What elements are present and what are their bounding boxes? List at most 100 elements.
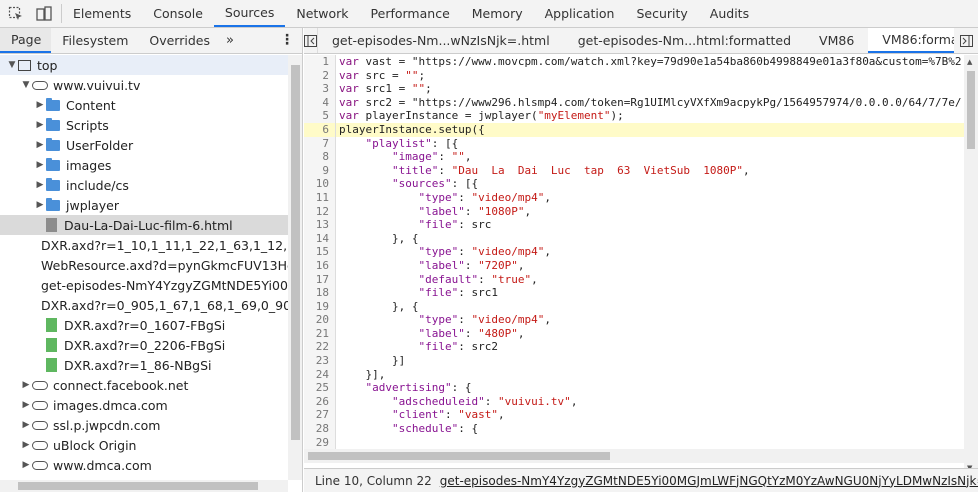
line-number[interactable]: 8 [304,150,336,164]
line-number[interactable]: 6 [304,122,336,137]
code-line: 1 var vast = "https://www.movcpm.com/watc… [304,55,964,69]
tab-page[interactable]: Page [0,28,52,53]
line-number[interactable]: 12 [304,204,336,219]
tree-item[interactable]: ▼ top [0,55,288,75]
scrollbar-thumb[interactable] [18,482,258,490]
tree-item[interactable]: ▶ Content [0,95,288,115]
tab-elements[interactable]: Elements [62,0,142,27]
expand-right-icon[interactable]: ▶ [20,400,32,410]
expand-right-icon[interactable]: ▶ [34,180,46,190]
expand-right-icon[interactable]: ▶ [20,460,32,470]
expand-right-icon[interactable]: ▶ [34,200,46,210]
toggle-navigator-icon[interactable] [304,28,318,53]
device-toolbar-icon[interactable] [36,5,52,22]
expand-right-icon[interactable]: ▶ [34,160,46,170]
tree-item[interactable]: ▶ include/cs [0,175,288,195]
tab-console[interactable]: Console [142,0,214,27]
tab-memory[interactable]: Memory [461,0,534,27]
expand-right-icon[interactable]: ▶ [20,420,32,430]
line-number[interactable]: 26 [304,394,336,409]
tab-overrides[interactable]: Overrides [138,28,220,53]
line-number[interactable]: 27 [304,408,336,423]
editor-tab[interactable]: get-episodes-Nm...wNzIsNjk=.html [318,28,564,53]
expand-right-icon[interactable]: ▶ [34,120,46,130]
line-number[interactable]: 4 [304,95,336,110]
inspect-element-icon[interactable] [8,6,24,22]
editor-vertical-scrollbar[interactable]: ▲ ▼ [964,55,978,475]
line-number[interactable]: 20 [304,313,336,327]
line-number[interactable]: 18 [304,286,336,300]
line-number[interactable]: 2 [304,68,336,83]
navigator-vertical-scrollbar[interactable] [288,55,302,480]
line-number[interactable]: 28 [304,422,336,436]
tree-item[interactable]: DXR.axd?r=1_10,1_11,1_22,1_63,1_12,1_13, [0,235,288,255]
editor-tab[interactable]: get-episodes-Nm...html:formatted [564,28,805,53]
line-number[interactable]: 23 [304,354,336,368]
tab-network[interactable]: Network [285,0,359,27]
tab-audits[interactable]: Audits [699,0,760,27]
tree-item[interactable]: ▶ jwplayer [0,195,288,215]
tree-item[interactable]: WebResource.axd?d=pynGkmcFUV13He1C [0,255,288,275]
navigator-horizontal-scrollbar[interactable] [0,480,288,492]
tree-item[interactable]: get-episodes-NmY4YzgyZGMtNDE5Yi00M [0,275,288,295]
tree-item[interactable]: ▶ images.dmca.com [0,395,288,415]
line-number[interactable]: 24 [304,367,336,382]
tree-item[interactable]: ▶ www.dmca.com [0,455,288,475]
expand-right-icon[interactable]: ▶ [34,140,46,150]
navigator-menu-icon[interactable]: ⋮ [280,33,294,47]
expand-right-icon[interactable]: ▶ [20,380,32,390]
line-number[interactable]: 29 [304,435,336,450]
editor-tab[interactable]: VM86 [805,28,868,53]
line-number[interactable]: 14 [304,231,336,246]
line-number[interactable]: 7 [304,136,336,151]
tab-filesystem[interactable]: Filesystem [51,28,138,53]
tab-sources[interactable]: Sources [213,0,286,27]
line-number[interactable]: 3 [304,82,336,96]
expand-down-icon[interactable]: ▼ [20,80,32,90]
tree-item[interactable]: ▶ UserFolder [0,135,288,155]
code-editor[interactable]: 1 var vast = "https://www.movcpm.com/watc… [304,55,964,463]
tree-item[interactable]: ▶ Scripts [0,115,288,135]
tree-item[interactable]: DXR.axd?r=0_2206-FBgSi [0,335,288,355]
more-tabs-button[interactable]: » [220,28,240,53]
tree-item[interactable]: DXR.axd?r=0_1607-FBgSi [0,315,288,335]
tree-item[interactable]: ▼ www.vuivui.tv [0,75,288,95]
line-number[interactable]: 21 [304,326,336,341]
line-number[interactable]: 10 [304,177,336,191]
scrollbar-thumb[interactable] [308,452,610,460]
scrollbar-thumb[interactable] [967,71,975,149]
toggle-debugger-icon[interactable] [954,28,978,53]
scrollbar-thumb[interactable] [291,65,300,440]
scroll-up-icon[interactable]: ▲ [967,58,972,66]
tree-item[interactable]: ▶ images [0,155,288,175]
tree-item[interactable]: DXR.axd?r=0_905,1_67,1_68,1_69,0_909,0_ [0,295,288,315]
line-number[interactable]: 9 [304,163,336,178]
tree-item-label: DXR.axd?r=0_2206-FBgSi [64,337,226,353]
line-number[interactable]: 19 [304,299,336,314]
tree-item[interactable]: DXR.axd?r=1_86-NBgSi [0,355,288,375]
line-number[interactable]: 1 [304,55,336,69]
line-number[interactable]: 16 [304,258,336,273]
expand-right-icon[interactable]: ▶ [20,440,32,450]
code-line: 9 "title": "Dau La Dai Luc tap 63 VietSu… [304,163,964,178]
line-number[interactable]: 5 [304,109,336,123]
tab-performance[interactable]: Performance [360,0,461,27]
tab-application[interactable]: Application [534,0,626,27]
code-text: "adscheduleid": "vuivui.tv", [391,394,578,408]
tree-item[interactable]: ▶ uBlock Origin [0,435,288,455]
line-number[interactable]: 11 [304,190,336,205]
line-number[interactable]: 25 [304,381,336,395]
line-number[interactable]: 17 [304,272,336,287]
tree-item[interactable]: ▶ ssl.p.jwpcdn.com [0,415,288,435]
line-number[interactable]: 15 [304,245,336,259]
line-number[interactable]: 22 [304,340,336,355]
code-line: 5 var playerInstance = jwplayer("myElemen… [304,109,964,123]
editor-horizontal-scrollbar[interactable] [304,449,964,463]
tree-item[interactable]: Dau-La-Dai-Luc-film-6.html [0,215,288,235]
line-number[interactable]: 13 [304,218,336,232]
source-link[interactable]: get-episodes-NmY4YzgyZGMtNDE5Yi00MGJmLWF… [440,474,978,488]
expand-down-icon[interactable]: ▼ [6,60,18,70]
expand-right-icon[interactable]: ▶ [34,100,46,110]
tree-item[interactable]: ▶ connect.facebook.net [0,375,288,395]
tab-security[interactable]: Security [625,0,698,27]
